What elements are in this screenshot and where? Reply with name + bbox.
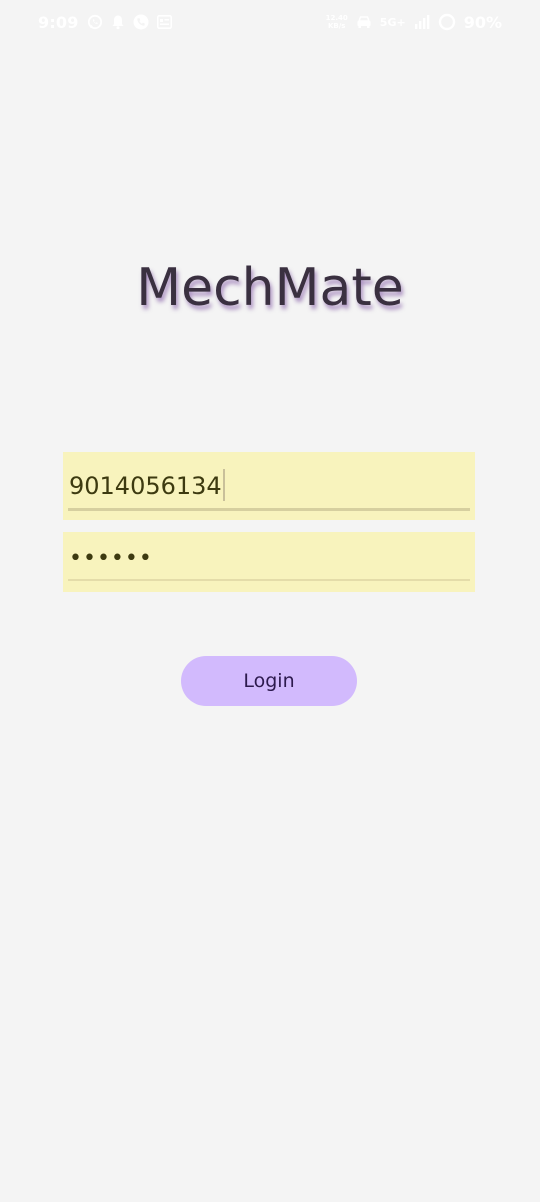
car-mode-icon — [356, 15, 372, 29]
app-title: MechMate — [136, 258, 404, 318]
battery-percentage: 90% — [463, 12, 502, 32]
phone-number-value-wrap: 9014056134 — [69, 469, 225, 503]
login-button[interactable]: Login — [181, 656, 357, 706]
network-speed: 12.40 KB/s — [326, 14, 348, 30]
battery-ring-icon — [438, 13, 456, 31]
phone-number-value: 9014056134 — [69, 472, 222, 500]
status-bar-left: 9:09 — [38, 12, 172, 32]
password-value: •••••• — [69, 546, 153, 571]
signal-strength-icon — [414, 14, 430, 30]
password-field[interactable]: •••••• — [63, 532, 475, 592]
text-cursor — [222, 469, 225, 501]
status-time: 9:09 — [38, 12, 79, 32]
network-type: 5G+ — [379, 15, 406, 29]
notification-bell-icon — [111, 14, 125, 30]
whatsapp-icon — [87, 14, 103, 30]
phone-number-field[interactable]: 9014056134 — [63, 452, 475, 520]
password-underline — [68, 579, 470, 581]
network-speed-value: 12.40 — [325, 14, 348, 22]
status-bar: 9:09 12.40 KB/s 5G+ 90% — [0, 0, 540, 44]
image-gallery-icon — [156, 15, 172, 29]
status-bar-right: 12.40 KB/s 5G+ 90% — [326, 12, 502, 32]
phone-call-icon — [133, 14, 149, 30]
network-speed-unit: KB/s — [327, 22, 346, 30]
phone-number-underline — [68, 508, 470, 511]
